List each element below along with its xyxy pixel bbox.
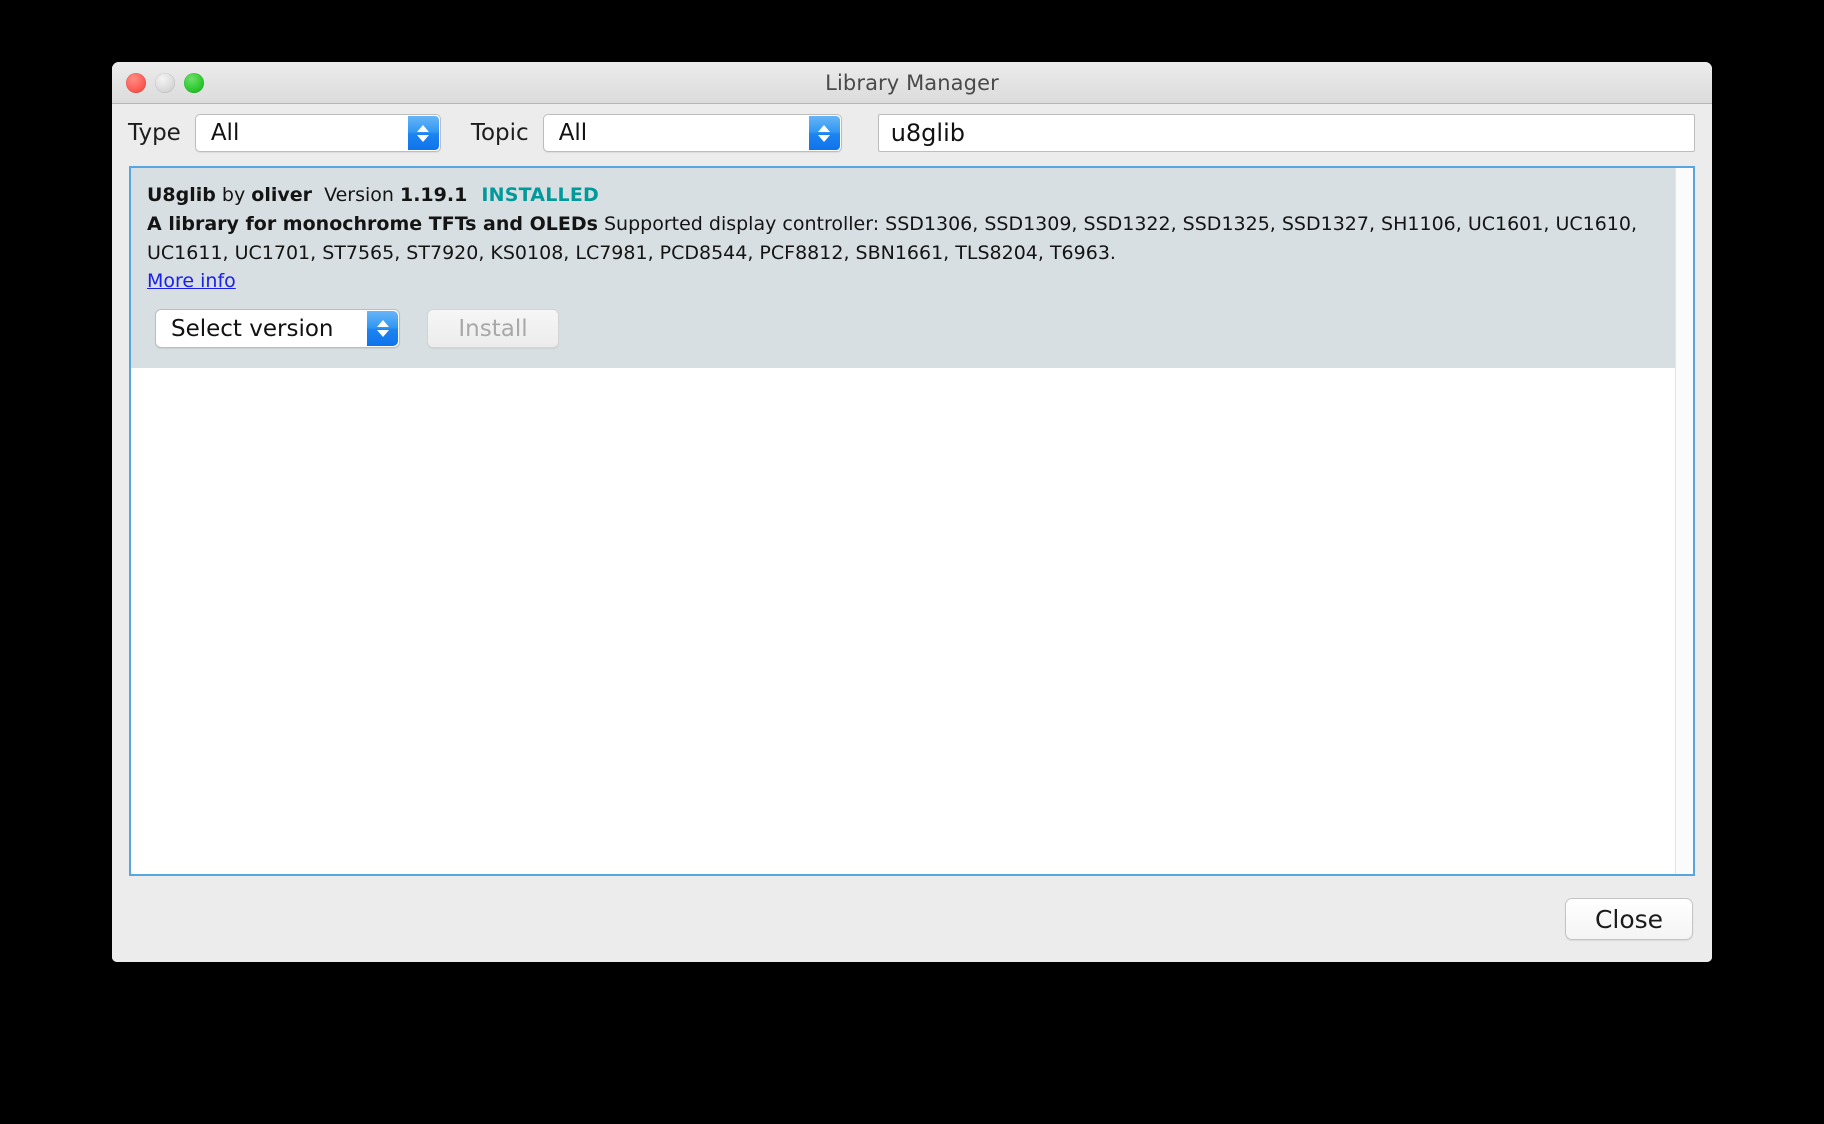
- version-select[interactable]: Select version: [155, 309, 400, 348]
- library-name: U8glib: [147, 184, 216, 206]
- library-actions: Select version Install: [147, 292, 1659, 368]
- library-summary: A library for monochrome TFTs and OLEDs: [147, 213, 598, 235]
- library-results-list[interactable]: U8glib by oliver Version 1.19.1 INSTALLE…: [129, 166, 1695, 876]
- library-author: oliver: [251, 184, 313, 206]
- window-titlebar: Library Manager: [112, 62, 1712, 104]
- more-info-link[interactable]: More info: [147, 270, 236, 292]
- type-filter-label: Type: [128, 120, 181, 146]
- library-manager-window: Library Manager Type All Topic All u8gli…: [112, 62, 1712, 962]
- minimize-window-icon[interactable]: [155, 72, 175, 93]
- search-field[interactable]: [877, 114, 1695, 152]
- filter-toolbar: Type All Topic All: [112, 104, 1712, 162]
- topic-filter-select[interactable]: All: [542, 114, 842, 152]
- status-badge: INSTALLED: [481, 184, 599, 206]
- results-scrollbar[interactable]: [1675, 168, 1693, 874]
- chevron-updown-icon[interactable]: [407, 116, 439, 150]
- maximize-window-icon[interactable]: [184, 72, 204, 93]
- library-title-line: U8glib by oliver Version 1.19.1 INSTALLE…: [147, 180, 1659, 210]
- chevron-updown-icon[interactable]: [367, 311, 398, 346]
- topic-filter-label: Topic: [470, 120, 529, 146]
- version-select-value: Select version: [171, 315, 334, 342]
- window-controls: [126, 62, 204, 103]
- close-window-icon[interactable]: [126, 72, 146, 93]
- type-filter-value: All: [210, 120, 240, 146]
- topic-filter-value: All: [558, 120, 588, 146]
- version-label: Version: [324, 184, 394, 206]
- library-description: A library for monochrome TFTs and OLEDs …: [147, 210, 1659, 268]
- library-results-inner: U8glib by oliver Version 1.19.1 INSTALLE…: [131, 168, 1675, 874]
- library-version: 1.19.1: [399, 184, 468, 206]
- chevron-updown-icon[interactable]: [808, 116, 840, 150]
- close-button[interactable]: Close: [1565, 898, 1693, 940]
- install-button[interactable]: Install: [427, 309, 559, 348]
- library-list-item[interactable]: U8glib by oliver Version 1.19.1 INSTALLE…: [131, 168, 1675, 368]
- search-input[interactable]: [888, 118, 1686, 148]
- window-title: Library Manager: [825, 70, 999, 95]
- dialog-footer: Close: [112, 876, 1712, 962]
- type-filter-select[interactable]: All: [194, 114, 441, 152]
- library-by-label: by: [221, 184, 246, 206]
